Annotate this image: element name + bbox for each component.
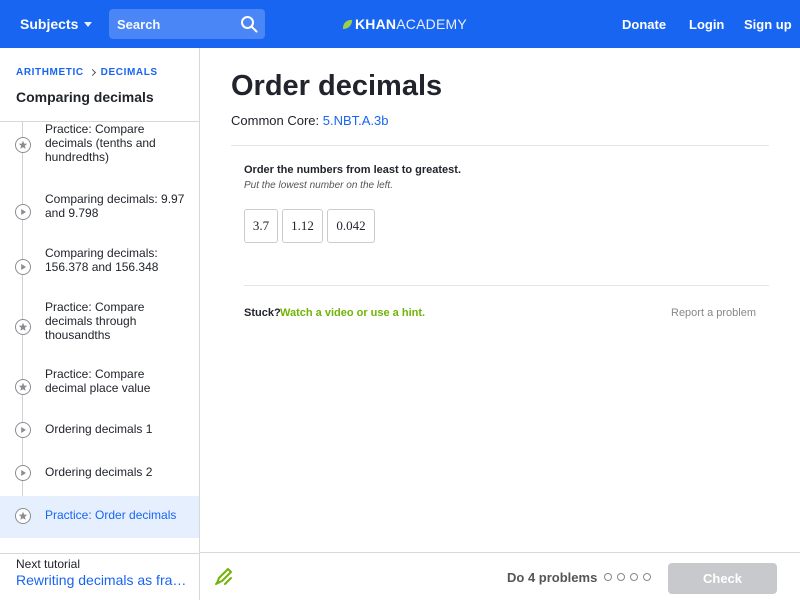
sidebar-item[interactable]: Comparing decimals: 9.97 and 9.798 bbox=[0, 180, 199, 234]
breadcrumb: ARITHMETIC DECIMALS bbox=[16, 67, 158, 78]
signup-link[interactable]: Sign up bbox=[744, 0, 792, 48]
sidebar-item-label: Practice: Order decimals bbox=[45, 508, 177, 522]
sidebar-item[interactable]: Practice: Compare decimal place value bbox=[0, 355, 199, 410]
sidebar-item-label: Practice: Compare decimal place value bbox=[45, 367, 151, 395]
sidebar-item-label: Comparing decimals: 156.378 and 156.348 bbox=[45, 246, 159, 274]
play-icon bbox=[15, 422, 31, 438]
chevron-right-icon bbox=[88, 68, 96, 77]
progress-dot bbox=[643, 573, 651, 581]
khan-academy-logo[interactable]: KHAN ACADEMY bbox=[342, 0, 467, 48]
sidebar-item[interactable]: Practice: Order decimals bbox=[0, 496, 199, 538]
tutorial-sidebar: ARITHMETIC DECIMALS Comparing decimals P… bbox=[0, 48, 200, 600]
progress-dot bbox=[604, 573, 612, 581]
sortable-card[interactable]: 0.042 bbox=[327, 209, 375, 243]
sidebar-item-label: Ordering decimals 2 bbox=[45, 465, 153, 479]
problem-count-label: Do 4 problems bbox=[507, 570, 598, 585]
common-core-label: Common Core: bbox=[231, 113, 320, 128]
sidebar-item[interactable]: Comparing decimals: 156.378 and 156.348 bbox=[0, 234, 199, 288]
next-tutorial-link[interactable]: Rewriting decimals as fractions bbox=[16, 572, 188, 588]
sidebar-item-label: Practice: Compare decimals (tenths and h… bbox=[45, 122, 156, 164]
logo-text-light: ACADEMY bbox=[396, 16, 467, 32]
breadcrumb-decimals[interactable]: DECIMALS bbox=[101, 67, 158, 78]
common-core-standard: Common Core: 5.NBT.A.3b bbox=[231, 113, 389, 128]
leaf-icon bbox=[342, 19, 353, 29]
sidebar-item[interactable]: Ordering decimals 1 bbox=[0, 410, 199, 453]
star-icon bbox=[15, 508, 31, 524]
next-tutorial-label: Next tutorial bbox=[16, 557, 81, 571]
check-button[interactable]: Check bbox=[668, 563, 777, 594]
common-core-link[interactable]: 5.NBT.A.3b bbox=[323, 113, 389, 128]
subjects-menu[interactable]: Subjects bbox=[20, 0, 93, 48]
stuck-label: Stuck? bbox=[244, 307, 281, 319]
donate-link[interactable]: Donate bbox=[622, 0, 666, 48]
tutorial-title: Comparing decimals bbox=[16, 89, 154, 105]
divider bbox=[244, 285, 769, 286]
progress-dot bbox=[630, 573, 638, 581]
sidebar-item[interactable]: Ordering decimals 2 bbox=[0, 453, 199, 496]
question-instruction: Order the numbers from least to greatest… bbox=[244, 164, 461, 176]
page-title: Order decimals bbox=[231, 70, 443, 102]
divider bbox=[231, 145, 769, 146]
progress-dot bbox=[617, 573, 625, 581]
star-icon bbox=[15, 137, 31, 153]
sortable-card[interactable]: 1.12 bbox=[282, 209, 323, 243]
hint-link[interactable]: Watch a video or use a hint. bbox=[280, 307, 425, 319]
logo-text-bold: KHAN bbox=[355, 16, 397, 32]
sidebar-item-label: Ordering decimals 1 bbox=[45, 422, 153, 436]
sidebar-item-label: Comparing decimals: 9.97 and 9.798 bbox=[45, 192, 185, 220]
tutorial-item-list[interactable]: Practice: Compare decimals (tenths and h… bbox=[0, 122, 199, 538]
subjects-label: Subjects bbox=[20, 16, 79, 32]
play-icon bbox=[15, 204, 31, 220]
star-icon bbox=[15, 379, 31, 395]
sidebar-item[interactable]: Practice: Compare decimals through thous… bbox=[0, 288, 199, 355]
breadcrumb-arithmetic[interactable]: ARITHMETIC bbox=[16, 67, 84, 78]
exercise-footer: Do 4 problems Check bbox=[200, 552, 800, 600]
search-input[interactable]: Search bbox=[109, 9, 265, 39]
top-nav-bar: Subjects Search KHAN ACADEMY Donate Login… bbox=[0, 0, 800, 48]
report-problem-link[interactable]: Report a problem bbox=[671, 307, 756, 319]
scratchpad-pencil-icon[interactable] bbox=[214, 566, 234, 586]
search-placeholder: Search bbox=[117, 16, 161, 32]
sidebar-item[interactable]: Practice: Compare decimals (tenths and h… bbox=[0, 122, 199, 180]
divider bbox=[0, 553, 199, 554]
star-icon bbox=[15, 319, 31, 335]
sidebar-item-label: Practice: Compare decimals through thous… bbox=[45, 300, 145, 342]
play-icon bbox=[15, 259, 31, 275]
search-icon[interactable] bbox=[240, 15, 258, 33]
progress-dots bbox=[604, 573, 651, 581]
chevron-down-icon bbox=[84, 21, 93, 27]
question-sub-instruction: Put the lowest number on the left. bbox=[244, 180, 393, 191]
login-link[interactable]: Login bbox=[689, 0, 724, 48]
sortable-card[interactable]: 3.7 bbox=[244, 209, 278, 243]
play-icon bbox=[15, 465, 31, 481]
